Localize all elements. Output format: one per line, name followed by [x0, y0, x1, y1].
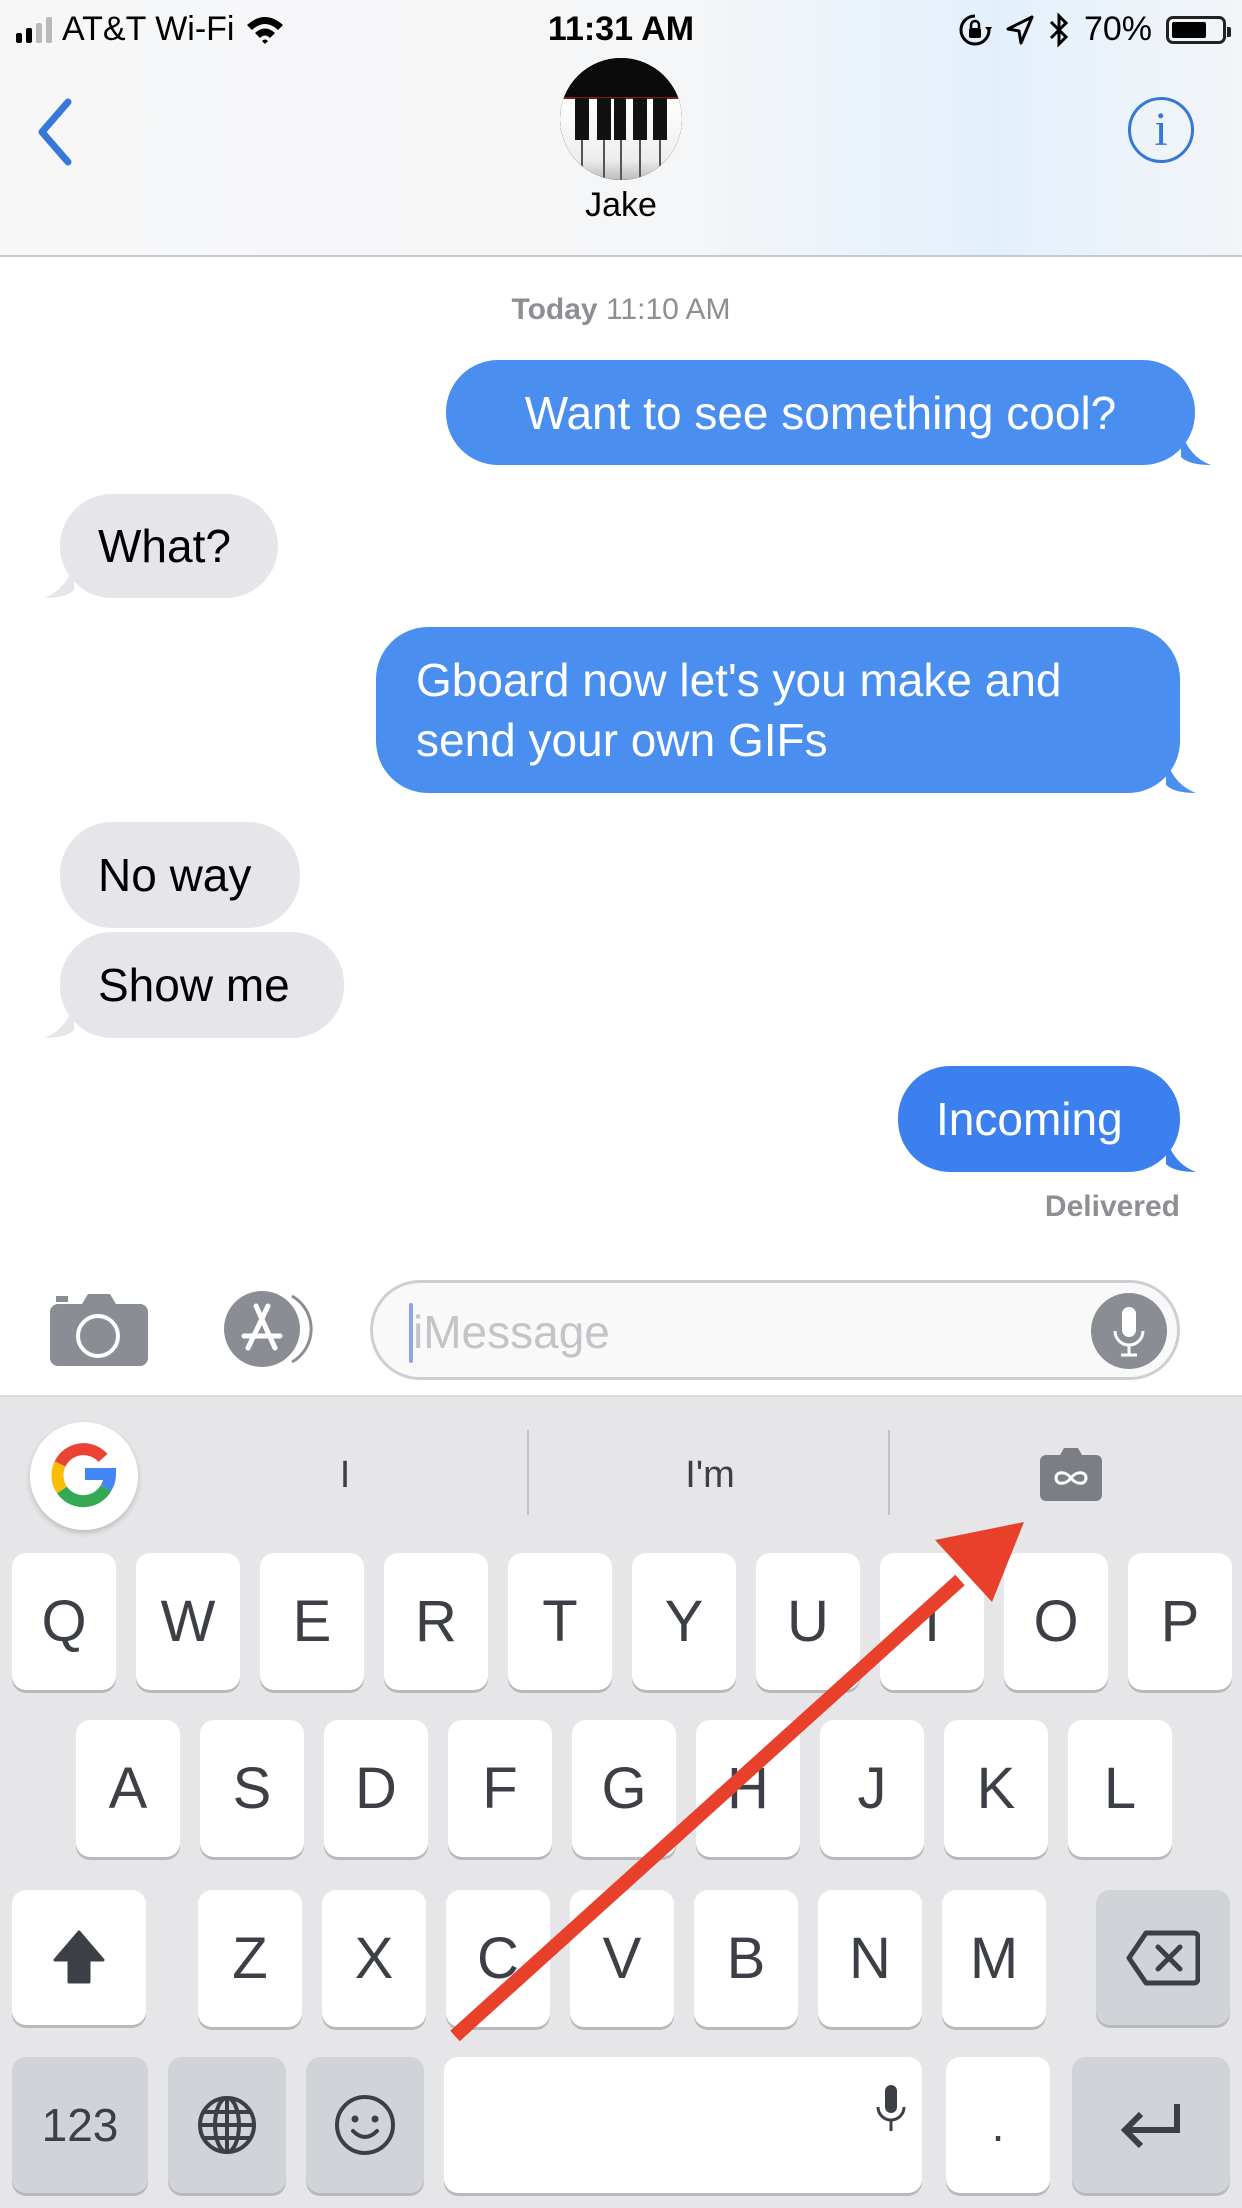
gif-camera-button[interactable]	[1040, 1447, 1102, 1501]
message-text: Want to see something cool?	[524, 386, 1117, 439]
apps-button[interactable]	[212, 1290, 318, 1368]
delivery-status: Delivered	[1044, 1190, 1180, 1223]
message-bubble-outgoing[interactable]: Want to see something cool?	[446, 360, 1211, 465]
key-m[interactable]: M	[942, 1890, 1046, 2027]
timestamp-time: 11:10 AM	[605, 293, 731, 326]
key-h[interactable]: H	[696, 1720, 800, 1857]
status-bar: AT&T Wi-Fi 11:31 AM 70%	[0, 0, 1242, 60]
key-p[interactable]: P	[1128, 1553, 1232, 1690]
message-bubble-incoming[interactable]: What?	[44, 494, 278, 598]
key-c[interactable]: C	[446, 1890, 550, 2027]
gif-camera-icon	[1040, 1448, 1102, 1501]
suggestion-item[interactable]: I'm	[530, 1440, 890, 1510]
message-bubble-incoming[interactable]: No way	[60, 822, 300, 928]
suggestion-item[interactable]: I	[160, 1440, 530, 1510]
key-l[interactable]: L	[1068, 1720, 1172, 1857]
message-bubble-outgoing[interactable]: Incoming	[898, 1066, 1196, 1172]
key-g[interactable]: G	[572, 1720, 676, 1857]
timestamp-day: Today	[511, 293, 598, 326]
battery-percent: 70%	[1083, 10, 1152, 48]
bubble-tail	[44, 1004, 74, 1038]
numbers-key[interactable]: 123	[12, 2057, 148, 2193]
emoji-icon	[335, 2095, 395, 2155]
key-j[interactable]: J	[820, 1720, 924, 1857]
message-input[interactable]: iMessage	[370, 1280, 1180, 1380]
period-key[interactable]: .	[946, 2057, 1050, 2193]
google-button[interactable]	[30, 1422, 138, 1530]
message-bubble-outgoing[interactable]: Gboard now let's you make and send your …	[376, 627, 1196, 793]
info-button[interactable]: i	[1128, 97, 1194, 163]
battery-icon	[1166, 15, 1231, 44]
message-placeholder: iMessage	[413, 1306, 610, 1358]
key-k[interactable]: K	[944, 1720, 1048, 1857]
key-o[interactable]: O	[1004, 1553, 1108, 1690]
emoji-key[interactable]	[306, 2057, 424, 2193]
key-z[interactable]: Z	[198, 1890, 302, 2027]
key-i[interactable]: I	[880, 1553, 984, 1690]
globe-icon	[198, 2096, 256, 2154]
suggestion-divider	[527, 1430, 529, 1515]
message-text: Show me	[98, 959, 290, 1011]
location-icon	[1006, 15, 1034, 44]
bubble-tail	[1166, 1138, 1196, 1172]
key-u[interactable]: U	[756, 1553, 860, 1690]
app-store-icon	[224, 1291, 313, 1367]
message-bubble-incoming[interactable]: Show me	[44, 932, 344, 1038]
bubble-tail	[1181, 431, 1211, 465]
piano-keys-avatar	[560, 58, 682, 180]
camera-icon	[50, 1294, 148, 1366]
bubble-tail	[1166, 759, 1196, 793]
bluetooth-icon	[1049, 11, 1069, 48]
key-f[interactable]: F	[448, 1720, 552, 1857]
backspace-icon	[1126, 1930, 1200, 1985]
key-w[interactable]: W	[136, 1553, 240, 1690]
microphone-icon	[1113, 1307, 1145, 1357]
key-n[interactable]: N	[818, 1890, 922, 2027]
message-text: No way	[98, 849, 252, 901]
return-icon	[1120, 2104, 1180, 2149]
info-icon: i	[1154, 103, 1168, 156]
key-a[interactable]: A	[76, 1720, 180, 1857]
backspace-key[interactable]	[1096, 1890, 1230, 2025]
chevron-left-icon	[38, 98, 72, 166]
return-key[interactable]	[1072, 2057, 1230, 2193]
space-key[interactable]	[444, 2057, 922, 2193]
contact-name[interactable]: Jake	[0, 186, 1242, 225]
key-r[interactable]: R	[384, 1553, 488, 1690]
contact-avatar[interactable]	[560, 58, 682, 180]
key-v[interactable]: V	[570, 1890, 674, 2027]
key-q[interactable]: Q	[12, 1553, 116, 1690]
bubble-tail	[44, 564, 74, 598]
shift-key[interactable]	[12, 1890, 146, 2025]
key-s[interactable]: S	[200, 1720, 304, 1857]
suggestion-divider	[888, 1430, 890, 1515]
dictation-button[interactable]	[1091, 1293, 1167, 1369]
camera-button[interactable]	[50, 1292, 148, 1366]
message-text: What?	[98, 520, 231, 572]
key-x[interactable]: X	[322, 1890, 426, 2027]
back-button[interactable]	[30, 96, 90, 168]
key-d[interactable]: D	[324, 1720, 428, 1857]
key-b[interactable]: B	[694, 1890, 798, 2027]
orientation-lock-icon	[959, 14, 992, 45]
shift-arrow-icon	[53, 1930, 105, 1983]
globe-key[interactable]	[168, 2057, 286, 2193]
microphone-icon	[876, 2085, 906, 2131]
key-y[interactable]: Y	[632, 1553, 736, 1690]
conversation-timestamp: Today 11:10 AM	[0, 293, 1242, 327]
google-g-icon	[51, 1443, 116, 1508]
message-text: Incoming	[936, 1093, 1123, 1145]
key-t[interactable]: T	[508, 1553, 612, 1690]
key-e[interactable]: E	[260, 1553, 364, 1690]
message-text: Gboard now let's you make and send your …	[416, 654, 1062, 766]
